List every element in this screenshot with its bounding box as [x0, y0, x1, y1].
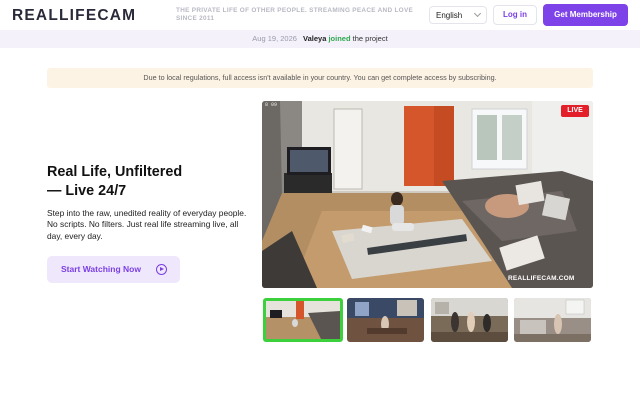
notification-date: Aug 19, 2026	[252, 34, 297, 43]
start-watching-button[interactable]: Start Watching Now	[47, 256, 180, 283]
hero-title-line2: — Live 24/7	[47, 183, 127, 199]
logo-part-real: REAL	[12, 7, 59, 24]
thumbnail-2-image	[347, 298, 424, 342]
thumbnail-4-image	[514, 298, 591, 342]
chevron-down-icon	[473, 9, 482, 18]
play-circle-icon	[156, 264, 167, 275]
site-logo[interactable]: REALLIFECAM	[12, 7, 136, 25]
login-button[interactable]: Log in	[493, 5, 537, 25]
camera-thumbnail-1[interactable]	[263, 298, 343, 342]
get-membership-button[interactable]: Get Membership	[543, 4, 628, 26]
camera-thumbnail-3[interactable]	[431, 298, 508, 342]
thumbnail-1-image	[266, 301, 340, 339]
video-watermark: REALLIFECAM.COM	[508, 275, 575, 282]
language-value: English	[436, 11, 463, 20]
hero-title: Real Life, Unfiltered — Live 24/7	[47, 163, 247, 201]
notification-rest: the project	[352, 34, 388, 43]
stream-timestamp: 8 09	[265, 102, 278, 108]
camera-thumbnail-4[interactable]	[514, 298, 591, 342]
region-restriction-banner: Due to local regulations, full access is…	[47, 68, 593, 88]
hero-title-line1: Real Life, Unfiltered	[47, 164, 183, 180]
live-badge: LIVE	[561, 105, 589, 117]
site-header: REALLIFECAM THE PRIVATE LIFE OF OTHER PE…	[0, 0, 640, 30]
thumbnail-3-image	[431, 298, 508, 342]
activity-notification: Aug 19, 2026 Valeya joined the project	[0, 30, 640, 48]
live-video-player[interactable]	[262, 101, 593, 288]
start-watching-label: Start Watching Now	[61, 264, 141, 274]
language-select[interactable]: English	[429, 6, 487, 24]
site-tagline: THE PRIVATE LIFE OF OTHER PEOPLE. STREAM…	[176, 7, 414, 22]
hero-description: Step into the raw, unedited reality of e…	[47, 208, 247, 241]
notification-action: joined	[328, 34, 351, 43]
camera-thumbnail-2[interactable]	[347, 298, 424, 342]
living-room-scene	[262, 101, 593, 288]
logo-part-cam: CAM	[97, 7, 137, 24]
logo-part-life: LIFE	[59, 7, 98, 24]
notification-user: Valeya	[303, 34, 327, 43]
